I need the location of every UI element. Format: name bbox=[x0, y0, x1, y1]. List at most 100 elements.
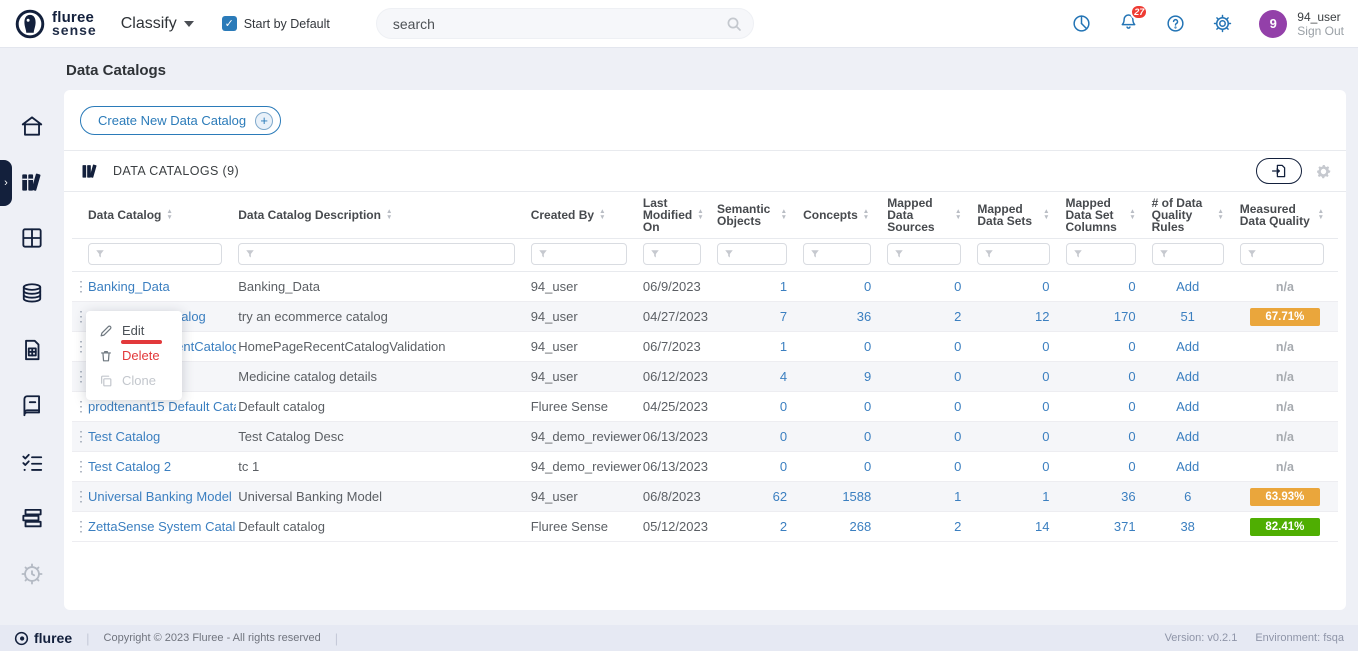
semantic-objects-value[interactable]: 0 bbox=[780, 399, 787, 414]
column-filter-input[interactable] bbox=[1257, 245, 1323, 263]
table-settings-icon[interactable] bbox=[1315, 163, 1332, 180]
mapped-data-set-columns-value[interactable]: 0 bbox=[1128, 339, 1135, 354]
sort-icon[interactable]: ▲▼ bbox=[166, 209, 172, 221]
mapped-data-sources-value[interactable]: 0 bbox=[954, 279, 961, 294]
mapped-data-sources-value[interactable]: 0 bbox=[954, 399, 961, 414]
column-filter[interactable] bbox=[717, 243, 787, 265]
usage-pie-chart-icon[interactable] bbox=[1071, 13, 1092, 34]
sort-icon[interactable]: ▲▼ bbox=[1217, 209, 1223, 221]
avatar[interactable]: 9 bbox=[1259, 10, 1287, 38]
mapped-data-sources-value[interactable]: 2 bbox=[954, 519, 961, 534]
column-header[interactable]: Created By▲▼ bbox=[529, 192, 641, 239]
concepts-value[interactable]: 0 bbox=[864, 279, 871, 294]
column-filter[interactable] bbox=[88, 243, 222, 265]
column-header[interactable]: Semantic Objects▲▼ bbox=[715, 192, 801, 239]
concepts-value[interactable]: 1588 bbox=[842, 489, 871, 504]
column-filter-input[interactable] bbox=[994, 245, 1048, 263]
mapped-data-sets-value[interactable]: 0 bbox=[1042, 429, 1049, 444]
search-box[interactable] bbox=[376, 8, 754, 39]
column-header[interactable]: Data Catalog Description▲▼ bbox=[236, 192, 528, 239]
mapped-data-sets-value[interactable]: 0 bbox=[1042, 459, 1049, 474]
sign-out-link[interactable]: Sign Out bbox=[1297, 24, 1344, 38]
mapped-data-set-columns-value[interactable]: 0 bbox=[1128, 279, 1135, 294]
column-filter[interactable] bbox=[643, 243, 701, 265]
mapped-data-sources-value[interactable]: 0 bbox=[954, 429, 961, 444]
sort-icon[interactable]: ▲▼ bbox=[863, 209, 869, 221]
catalog-name-link[interactable]: Test Catalog 2 bbox=[88, 459, 171, 474]
sidebar-item-data-catalogs[interactable] bbox=[18, 168, 46, 196]
column-header[interactable]: # of Data Quality Rules▲▼ bbox=[1150, 192, 1238, 239]
sidebar-item-data-grid[interactable] bbox=[18, 224, 46, 252]
quality-rules-link[interactable]: Add bbox=[1176, 399, 1199, 414]
concepts-value[interactable]: 0 bbox=[864, 339, 871, 354]
column-filter[interactable] bbox=[977, 243, 1049, 265]
column-filter-input[interactable] bbox=[105, 245, 221, 263]
row-menu-button[interactable]: ⋮ bbox=[74, 458, 86, 474]
sidebar-item-data-set-report[interactable] bbox=[18, 336, 46, 364]
column-filter-input[interactable] bbox=[734, 245, 786, 263]
mapped-data-sets-value[interactable]: 0 bbox=[1042, 279, 1049, 294]
column-filter[interactable] bbox=[887, 243, 961, 265]
mapped-data-set-columns-value[interactable]: 0 bbox=[1128, 399, 1135, 414]
mapped-data-set-columns-value[interactable]: 0 bbox=[1128, 369, 1135, 384]
sidebar-item-data-stores[interactable] bbox=[18, 504, 46, 532]
quality-rules-link[interactable]: Add bbox=[1176, 369, 1199, 384]
sidebar-item-databases[interactable] bbox=[18, 280, 46, 308]
column-header[interactable]: Measured Data Quality▲▼ bbox=[1238, 192, 1338, 239]
column-header[interactable]: Concepts▲▼ bbox=[801, 192, 885, 239]
row-menu-button[interactable]: ⋮ bbox=[74, 398, 86, 414]
sort-icon[interactable]: ▲▼ bbox=[599, 209, 605, 221]
catalog-name-link[interactable]: Test Catalog bbox=[88, 429, 160, 444]
mapped-data-sources-value[interactable]: 0 bbox=[954, 459, 961, 474]
sort-icon[interactable]: ▲▼ bbox=[1129, 209, 1135, 221]
column-header[interactable]: Mapped Data Sources▲▼ bbox=[885, 192, 975, 239]
column-filter-input[interactable] bbox=[1169, 245, 1223, 263]
semantic-objects-value[interactable]: 2 bbox=[780, 519, 787, 534]
quality-rules-link[interactable]: Add bbox=[1176, 339, 1199, 354]
column-filter-input[interactable] bbox=[820, 245, 870, 263]
column-header[interactable]: Last Modified On▲▼ bbox=[641, 192, 715, 239]
column-filter[interactable] bbox=[1240, 243, 1324, 265]
sidebar-item-home[interactable] bbox=[18, 112, 46, 140]
column-header[interactable]: Mapped Data Set Columns▲▼ bbox=[1064, 192, 1150, 239]
column-filter[interactable] bbox=[531, 243, 627, 265]
quality-rules-link[interactable]: 51 bbox=[1180, 309, 1194, 324]
notifications-bell[interactable]: 27 bbox=[1118, 11, 1139, 37]
mapped-data-set-columns-value[interactable]: 170 bbox=[1114, 309, 1136, 324]
sidebar-active-indicator[interactable]: › bbox=[0, 160, 12, 206]
column-filter[interactable] bbox=[1066, 243, 1136, 265]
semantic-objects-value[interactable]: 1 bbox=[780, 339, 787, 354]
sidebar-item-data-dictionary[interactable] bbox=[18, 392, 46, 420]
column-filter-input[interactable] bbox=[255, 245, 513, 263]
sort-icon[interactable]: ▲▼ bbox=[781, 209, 787, 221]
mapped-data-set-columns-value[interactable]: 0 bbox=[1128, 429, 1135, 444]
mapped-data-sets-value[interactable]: 1 bbox=[1042, 489, 1049, 504]
catalog-name-link[interactable]: Banking_Data bbox=[88, 279, 170, 294]
row-menu-button[interactable]: ⋮ bbox=[74, 308, 86, 324]
concepts-value[interactable]: 0 bbox=[864, 399, 871, 414]
fluree-sense-logo[interactable]: fluree sense bbox=[14, 8, 97, 40]
mapped-data-sources-value[interactable]: 2 bbox=[954, 309, 961, 324]
row-menu-button[interactable]: ⋮ bbox=[74, 278, 86, 294]
quality-rules-link[interactable]: Add bbox=[1176, 279, 1199, 294]
search-input[interactable] bbox=[377, 9, 753, 38]
mapped-data-sets-value[interactable]: 0 bbox=[1042, 339, 1049, 354]
classify-dropdown[interactable]: Classify bbox=[121, 15, 194, 33]
mapped-data-set-columns-value[interactable]: 371 bbox=[1114, 519, 1136, 534]
catalog-name-link[interactable]: Universal Banking Model bbox=[88, 489, 232, 504]
mapped-data-set-columns-value[interactable]: 36 bbox=[1121, 489, 1135, 504]
sort-icon[interactable]: ▲▼ bbox=[955, 209, 961, 221]
settings-gear-icon[interactable] bbox=[1212, 13, 1233, 34]
mapped-data-sources-value[interactable]: 0 bbox=[954, 339, 961, 354]
row-menu-button[interactable]: ⋮ bbox=[74, 488, 86, 504]
column-filter-input[interactable] bbox=[660, 245, 700, 263]
column-header[interactable]: Mapped Data Sets▲▼ bbox=[975, 192, 1063, 239]
catalog-name-link[interactable]: ZettaSense System Catalog bbox=[88, 519, 236, 534]
sidebar-item-task-list[interactable] bbox=[18, 448, 46, 476]
export-button[interactable] bbox=[1256, 158, 1302, 184]
start-by-default-checkbox[interactable]: ✓ Start by Default bbox=[222, 16, 330, 31]
quality-rules-link[interactable]: 38 bbox=[1180, 519, 1194, 534]
mapped-data-sources-value[interactable]: 0 bbox=[954, 369, 961, 384]
menu-item-edit[interactable]: Edit bbox=[86, 318, 182, 343]
concepts-value[interactable]: 268 bbox=[850, 519, 872, 534]
